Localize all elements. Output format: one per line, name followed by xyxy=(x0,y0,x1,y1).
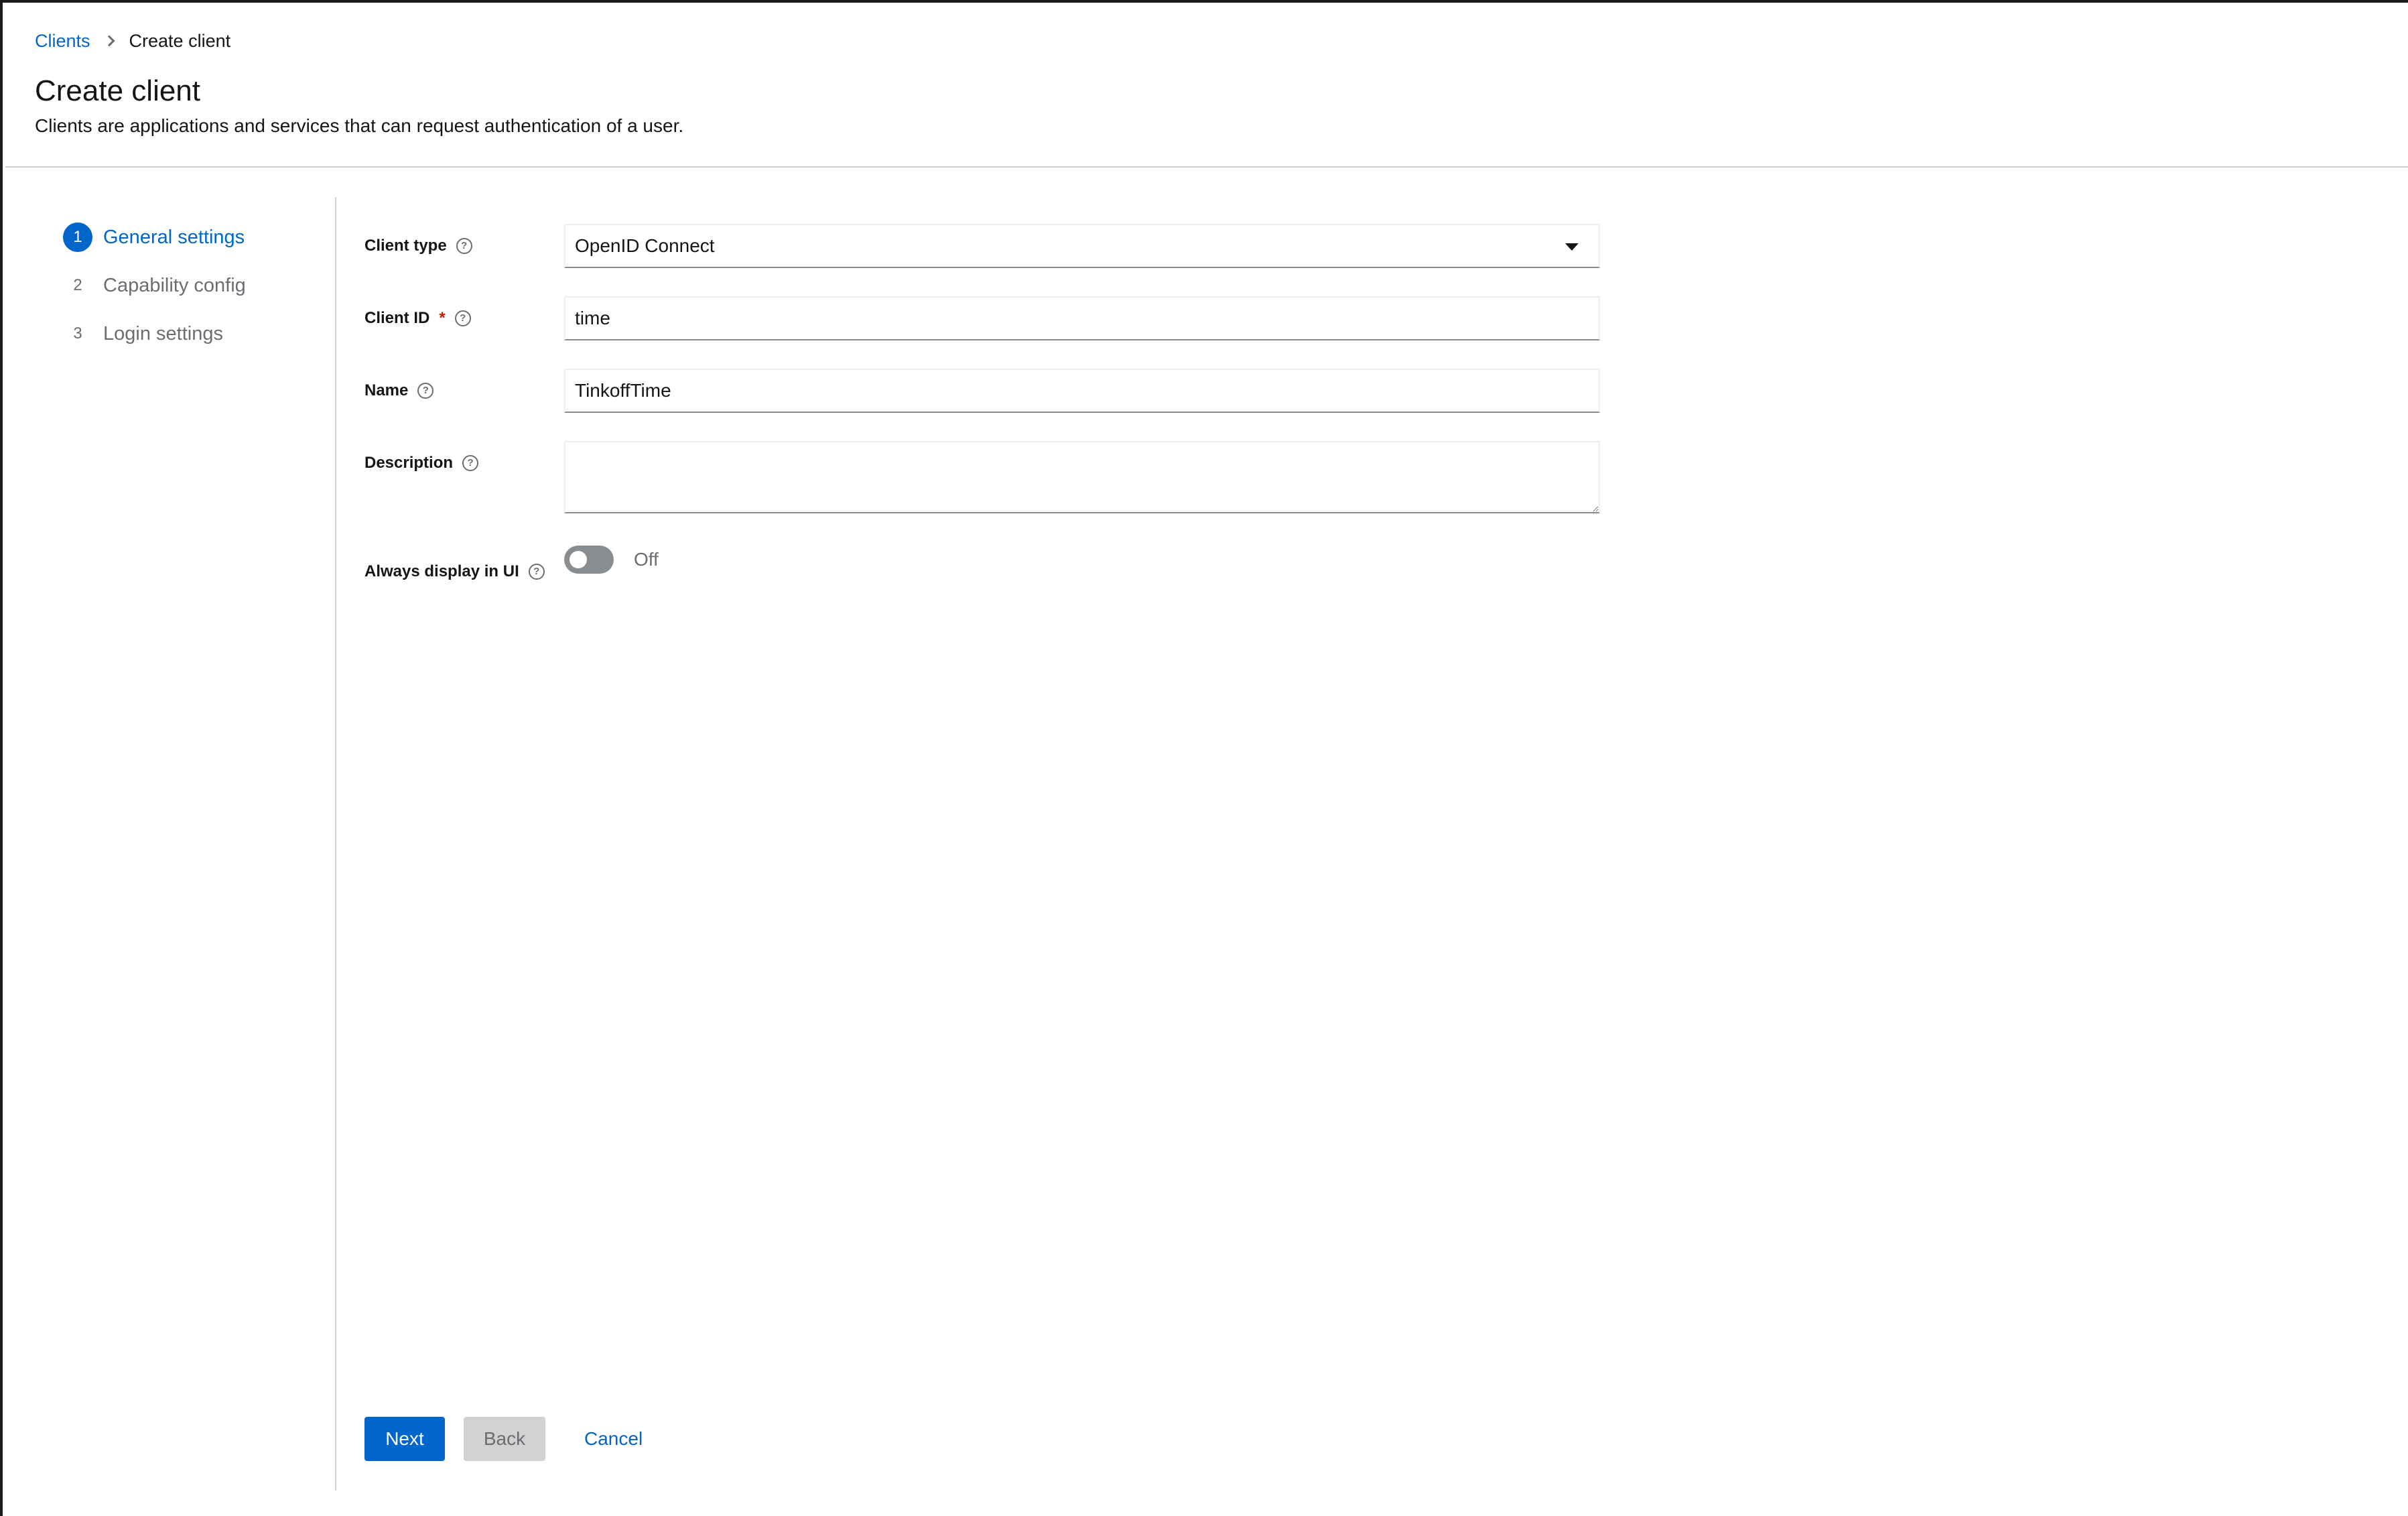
question-circle-icon[interactable]: ? xyxy=(456,238,472,254)
page-subtitle: Clients are applications and services th… xyxy=(35,115,684,136)
client-id-input[interactable] xyxy=(564,296,1600,340)
breadcrumb: Clients Create client xyxy=(35,29,230,52)
always-display-label-text: Always display in UI xyxy=(364,562,519,580)
client-id-label: Client ID * ? xyxy=(364,308,471,328)
toggle-knob xyxy=(570,551,587,568)
wizard-nav: 1 General settings 2 Capability config 3… xyxy=(5,197,336,1491)
name-label: Name ? xyxy=(364,381,434,401)
toggle-track xyxy=(564,546,614,574)
step-number: 3 xyxy=(73,324,82,342)
always-display-toggle[interactable]: Off xyxy=(564,546,659,574)
app-window: Clients Create client Create client Clie… xyxy=(0,0,2408,1516)
toggle-state-label: Off xyxy=(634,549,659,570)
client-type-select[interactable]: OpenID Connect xyxy=(564,224,1600,268)
client-type-value: OpenID Connect xyxy=(575,235,715,256)
required-asterisk: * xyxy=(439,309,446,327)
page-header: Clients Create client Create client Clie… xyxy=(5,5,2408,168)
client-id-label-text: Client ID xyxy=(364,309,430,327)
step-label: Login settings xyxy=(103,323,223,344)
question-circle-icon[interactable]: ? xyxy=(454,310,471,326)
question-circle-icon[interactable]: ? xyxy=(417,383,434,399)
wizard-step-capability-config[interactable]: 2 Capability config xyxy=(63,271,246,300)
page-title: Create client xyxy=(35,74,201,107)
wizard-step-general-settings[interactable]: 1 General settings xyxy=(63,223,245,252)
step-label: Capability config xyxy=(103,275,246,296)
step-number: 2 xyxy=(73,276,82,294)
wizard-step-login-settings[interactable]: 3 Login settings xyxy=(63,319,223,349)
caret-down-icon xyxy=(1565,243,1579,251)
description-label-text: Description xyxy=(364,454,454,472)
client-type-label: Client type ? xyxy=(364,236,472,256)
step-number: 1 xyxy=(63,223,92,252)
question-circle-icon[interactable]: ? xyxy=(462,455,479,471)
question-circle-icon[interactable]: ? xyxy=(528,564,545,580)
breadcrumb-current: Create client xyxy=(129,31,231,51)
breadcrumb-clients-link[interactable]: Clients xyxy=(35,29,90,52)
back-button[interactable]: Back xyxy=(464,1417,545,1461)
step-label: General settings xyxy=(103,227,245,248)
description-textarea[interactable] xyxy=(564,441,1600,513)
chevron-right-icon xyxy=(105,29,115,52)
always-display-label: Always display in UI ? xyxy=(364,562,545,582)
wizard-footer: Next Back Cancel xyxy=(364,1417,661,1461)
client-type-label-text: Client type xyxy=(364,237,447,255)
next-button[interactable]: Next xyxy=(364,1417,445,1461)
name-input[interactable] xyxy=(564,369,1600,413)
description-label: Description ? xyxy=(364,453,479,473)
cancel-button[interactable]: Cancel xyxy=(565,1417,661,1461)
name-label-text: Name xyxy=(364,381,409,399)
